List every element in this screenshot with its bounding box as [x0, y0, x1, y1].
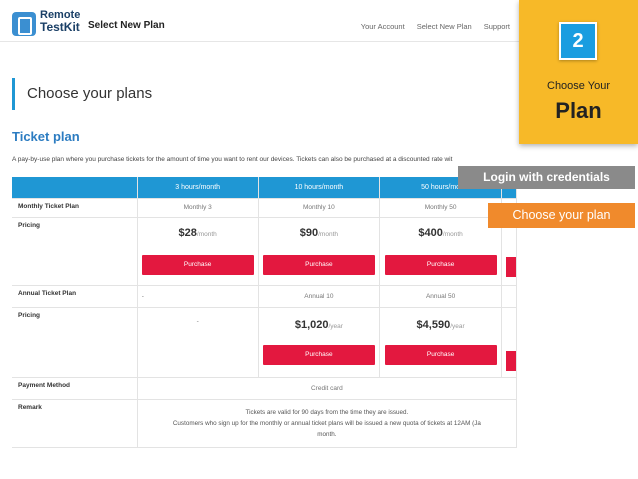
- table-row: Payment Method Credit card: [12, 377, 518, 400]
- row-label-monthly: Monthly Ticket Plan: [12, 198, 138, 218]
- annual-price-cell-50: $4,590/year Purchase: [379, 307, 502, 378]
- nav-your-account[interactable]: Your Account: [361, 22, 405, 31]
- purchase-button-partial[interactable]: [505, 256, 516, 277]
- annual-price-none: -: [196, 317, 199, 325]
- step-callout: 2 Choose Your Plan: [519, 0, 638, 144]
- cell-extra: [501, 285, 518, 308]
- plan-description: A pay-by-use plan where you purchase tic…: [12, 156, 453, 163]
- logo-text[interactable]: Remote TestKit: [40, 9, 80, 33]
- purchase-button[interactable]: Purchase: [262, 345, 375, 365]
- annual-3: -: [137, 285, 259, 308]
- purchase-button[interactable]: Purchase: [384, 255, 497, 275]
- table-row: Monthly Ticket Plan Monthly 3 Monthly 10…: [12, 198, 518, 218]
- remote-testkit-logo-icon[interactable]: [12, 12, 36, 36]
- monthly-50: Monthly 50: [379, 198, 502, 218]
- col-3-hours: 3 hours/month: [137, 177, 259, 199]
- logo-line2: TestKit: [40, 20, 80, 34]
- purchase-button[interactable]: Purchase: [262, 255, 375, 275]
- purchase-button-partial[interactable]: [505, 350, 516, 371]
- table-row: Pricing $28/month Purchase $90/month Pur…: [12, 217, 518, 286]
- page-title: Choose your plans: [27, 85, 153, 102]
- monthly-price-cell-3: $28/month Purchase: [137, 217, 259, 286]
- table-row: Annual Ticket Plan - Annual 10 Annual 50: [12, 285, 518, 308]
- login-with-credentials-tag: Login with credentials: [458, 166, 635, 189]
- choose-your-plan-tag: Choose your plan: [488, 203, 635, 228]
- table-header-empty: [12, 177, 138, 199]
- annual-50: Annual 50: [379, 285, 502, 308]
- nav-support[interactable]: Support: [484, 22, 510, 31]
- row-label-annual: Annual Ticket Plan: [12, 285, 138, 308]
- price-value: $28: [178, 227, 197, 239]
- price-value: $90: [299, 227, 319, 239]
- step-number-badge: 2: [559, 22, 597, 60]
- table-row: Remark Tickets are valid for 90 days fro…: [12, 399, 518, 448]
- row-label-pricing: Pricing: [12, 217, 138, 286]
- table-row: Pricing - $1,020/year Purchase $4,590/ye…: [12, 307, 518, 378]
- row-label-payment: Payment Method: [12, 377, 138, 400]
- price-period: /year: [450, 323, 465, 330]
- annual-10: Annual 10: [258, 285, 381, 308]
- price-value: $1,020: [294, 319, 329, 331]
- monthly-price-cell-10: $90/month Purchase: [258, 217, 381, 286]
- price-value: $4,590: [416, 319, 451, 331]
- price-period: /month: [442, 231, 463, 238]
- annual-price-cell-3: -: [137, 307, 259, 378]
- price-period: /month: [196, 231, 217, 238]
- col-10-hours: 10 hours/month: [258, 177, 381, 199]
- header-page-title: Select New Plan: [88, 20, 165, 31]
- purchase-button[interactable]: Purchase: [141, 255, 254, 275]
- remark-text: Tickets are valid for 90 days from the t…: [137, 399, 518, 448]
- nav-select-new-plan[interactable]: Select New Plan: [417, 22, 472, 31]
- app-header: Remote TestKit Select New Plan Your Acco…: [0, 0, 520, 42]
- price-value: $400: [418, 227, 443, 239]
- remark-line2: Customers who sign up for the monthly or…: [172, 419, 481, 427]
- row-label-annual-pricing: Pricing: [12, 307, 138, 378]
- monthly-3: Monthly 3: [137, 198, 259, 218]
- table-header-row: 3 hours/month 10 hours/month 50 hours/mo: [12, 177, 518, 199]
- monthly-10: Monthly 10: [258, 198, 381, 218]
- step-subtitle: Choose Your: [547, 80, 610, 92]
- choose-plans-heading-block: Choose your plans: [12, 78, 152, 110]
- section-title: Ticket plan: [12, 129, 80, 144]
- price-period: /month: [318, 231, 338, 238]
- price-period: /year: [328, 323, 343, 330]
- cell-extra: [501, 307, 518, 378]
- top-nav: Your Account Select New Plan Support: [361, 22, 510, 31]
- annual-price-cell-10: $1,020/year Purchase: [258, 307, 381, 378]
- purchase-button[interactable]: Purchase: [384, 345, 497, 365]
- remark-line1: Tickets are valid for 90 days from the t…: [245, 408, 409, 416]
- remark-line3: month.: [317, 430, 337, 438]
- step-title: Plan: [555, 98, 602, 123]
- row-label-remark: Remark: [12, 399, 138, 448]
- payment-method-value: Credit card: [137, 377, 518, 400]
- plan-table: 3 hours/month 10 hours/month 50 hours/mo…: [12, 177, 518, 448]
- monthly-price-cell-50: $400/month Purchase: [379, 217, 502, 286]
